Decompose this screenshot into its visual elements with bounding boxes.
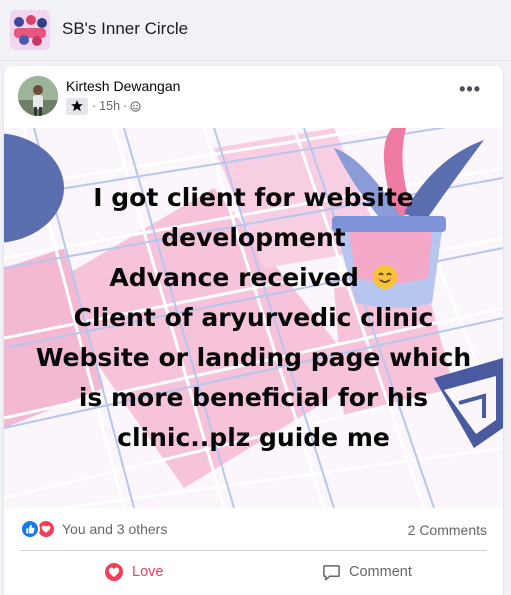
smiling-face-emoji-icon [372,265,397,289]
post-card: Kirtesh Dewangan · 15h · ••• I got clien… [4,66,503,595]
post-text-line-with-emoji: Advance received [4,258,503,298]
post-time[interactable]: 15h [99,99,120,113]
comment-button[interactable]: Comment [322,556,412,588]
like-reaction-icon [20,519,40,539]
love-button-label: Love [132,564,164,580]
reactions-text[interactable]: You and 3 others [62,521,167,537]
comments-count[interactable]: 2 Comments [408,522,487,538]
post-text: I got client for website development Adv… [4,178,503,458]
group-header: SB's Inner Circle [0,0,511,61]
comment-icon [323,564,340,580]
reactions-summary[interactable]: You and 3 others [20,518,167,540]
comment-button-label: Comment [349,564,412,580]
love-icon [105,563,123,581]
action-divider [20,550,487,551]
group-cover-thumbnail[interactable] [10,10,50,50]
meta-dot: · [92,99,97,113]
love-button[interactable]: Love [104,556,163,588]
star-badge-icon [66,97,88,115]
post-text-line: I got client for website [93,183,414,212]
post-text-line: clinic..plz guide me [117,423,390,452]
author-name[interactable]: Kirtesh Dewangan [66,78,180,94]
post-text-line: Client of aryurvedic clinic [73,303,434,332]
post-meta: · 15h · [66,97,141,115]
meta-dot: · [123,99,128,113]
post-text-line: development [161,223,346,252]
more-options-button[interactable]: ••• [459,80,481,98]
privacy-group-icon [130,100,141,112]
group-name[interactable]: SB's Inner Circle [62,19,188,39]
post-text-line: Website or landing page which [35,343,472,372]
post-text-line: Advance received [109,263,359,292]
post-text-line: is more beneficial for his [78,383,429,412]
author-avatar[interactable] [18,76,58,116]
